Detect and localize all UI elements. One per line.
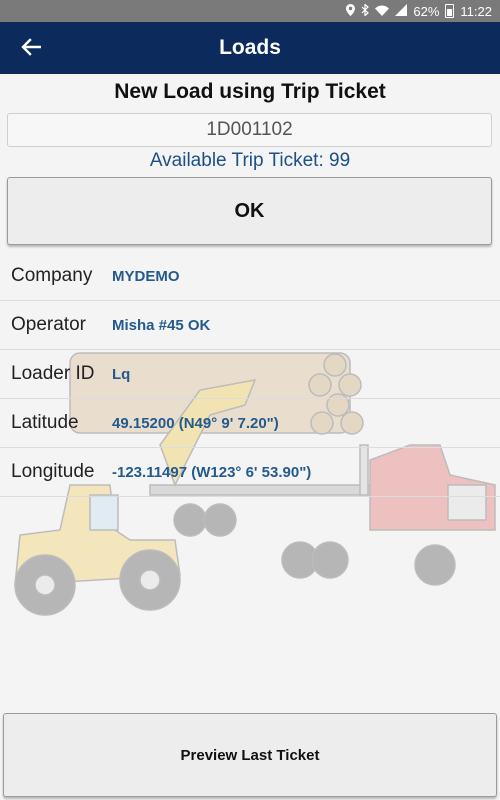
detail-label: Loader ID [11,363,95,384]
available-trip-ticket: Available Trip Ticket: 99 [149,150,351,171]
load-details-list: Company MYDEMO Operator Misha #45 OK Loa… [0,252,500,497]
trip-ticket-input[interactable] [7,113,492,147]
ok-button[interactable]: OK [7,177,492,245]
battery-percent: 62% [413,3,440,19]
detail-label: Company [11,265,93,286]
clock: 11:22 [460,3,492,19]
detail-row-company: Company MYDEMO [0,252,500,301]
wifi-icon [375,5,390,18]
detail-value: MYDEMO [112,267,180,285]
detail-label: Operator [11,314,86,335]
signal-icon [395,4,408,18]
back-arrow-icon[interactable] [16,32,46,62]
status-bar: 62% 11:22 [0,0,500,22]
detail-value: Lq [112,365,131,383]
battery-icon [445,4,455,18]
form-heading: New Load using Trip Ticket [114,80,386,103]
detail-label: Latitude [11,412,79,433]
preview-last-ticket-button[interactable]: Preview Last Ticket [3,713,497,797]
detail-row-latitude: Latitude 49.15200 (N49° 9' 7.20") [0,399,500,448]
detail-value: Misha #45 OK [112,316,211,334]
detail-row-operator: Operator Misha #45 OK [0,301,500,350]
detail-value: 49.15200 (N49° 9' 7.20") [112,414,279,432]
app-bar: Loads [0,22,500,74]
detail-row-longitude: Longitude -123.11497 (W123° 6' 53.90") [0,448,500,497]
bluetooth-icon [361,3,370,18]
page-title: Loads [219,36,281,59]
location-icon [346,4,356,18]
detail-label: Longitude [11,461,95,482]
detail-value: -123.11497 (W123° 6' 53.90") [112,463,312,481]
detail-row-loader-id: Loader ID Lq [0,350,500,399]
